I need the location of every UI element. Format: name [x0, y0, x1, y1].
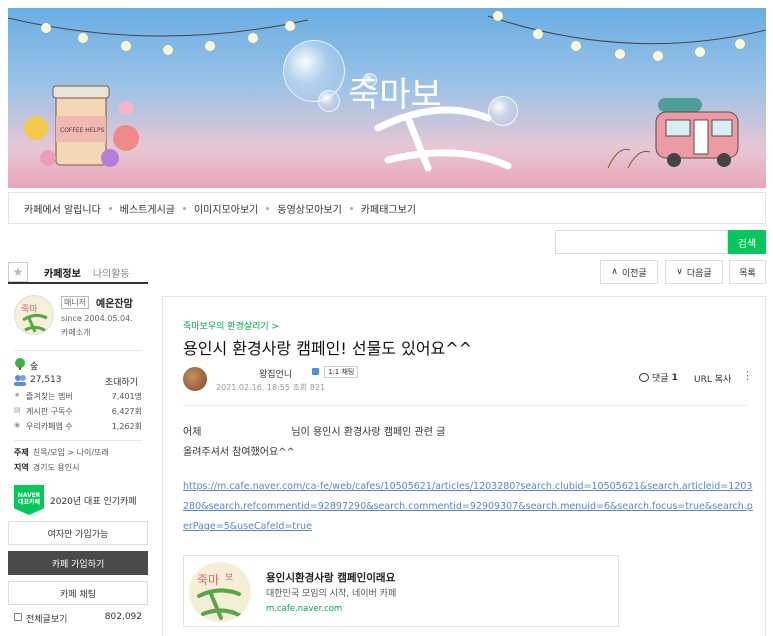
cafe-award[interactable]: NAVER 대표카페 2020년 대표 인기카페 [14, 485, 148, 515]
cafe-search-input[interactable] [555, 230, 728, 254]
divider [14, 350, 142, 351]
all-posts-count: 802,092 [104, 612, 142, 622]
link-preview-thumbnail: 죽마 보 [189, 562, 251, 622]
bubble-decoration [318, 90, 340, 112]
svg-text:COFFEE HELPS: COFFEE HELPS [60, 127, 105, 134]
member-count[interactable]: 27,513 [30, 375, 62, 385]
menu-separator [182, 206, 186, 210]
member-count-row: 27,513 초대하기 [8, 373, 148, 389]
cafe-profile: 죽마 매니저 예은잔맘 since 2004.05.04. 카페소개 [8, 292, 148, 344]
menu-separator [349, 206, 353, 210]
menu-separator [266, 206, 270, 210]
one-on-one-chat-button[interactable]: 1:1 채팅 [324, 366, 359, 378]
invite-button[interactable]: 초대하기 [105, 375, 138, 388]
next-article-button[interactable]: ∨ 다음글 [665, 260, 723, 284]
stat-value: 6,427회 [111, 407, 142, 416]
chevron-down-icon: ∨ [676, 267, 683, 277]
coffee-cup-illustration: COFFEE HELPS [24, 85, 139, 167]
menu-images[interactable]: 이미지모아보기 [194, 201, 258, 216]
stat-label: 즐겨찾는 멤버 [26, 392, 73, 401]
manager-name[interactable]: 예은잔맘 [96, 295, 133, 310]
menu-separator [108, 206, 112, 210]
tab-my-activity[interactable]: 나의활동 [93, 265, 130, 280]
stat-label: 우리카페앱 수 [26, 422, 73, 431]
favorite-star-icon[interactable]: ★ [8, 262, 28, 282]
article-body-line: 올려주셔서 참여했어요^^ [183, 447, 295, 458]
svg-text:죽마: 죽마 [21, 304, 38, 315]
author-avatar[interactable] [183, 367, 207, 391]
members-icon [14, 374, 26, 389]
cafe-topic: 주제 친목/모임 > 나이/또래 [14, 448, 109, 457]
all-posts-link[interactable]: 전체글보기 802,092 [8, 611, 148, 627]
svg-text:보: 보 [225, 572, 233, 583]
stat-value: 1,262회 [111, 422, 142, 431]
link-preview-title: 용인시환경사랑 캠페인이래요 [266, 572, 396, 584]
link-preview-url: m.cafe.naver.com [266, 604, 343, 614]
cafe-avatar[interactable]: 죽마 [14, 295, 54, 335]
cafe-region: 지역 경기도 용인시 [14, 463, 80, 472]
app-icon: ◉ [14, 421, 21, 429]
cafe-banner[interactable]: COFFEE HELPS 죽마보 [8, 8, 766, 188]
list-icon [14, 613, 22, 621]
menu-tags[interactable]: 카페태그보기 [361, 201, 416, 216]
cafe-level-row: 숲 [8, 357, 148, 373]
article-meta: 2021.02.16. 18:55 조회 821 [216, 383, 326, 392]
article-container: 죽마보우의 환경살리기 > 용인시 환경사랑 캠페인! 선물도 있어요^^ 왕집… [162, 296, 766, 636]
comment-button[interactable]: 댓글 1 [639, 371, 678, 384]
stat-row: ▤ 게시판 구독수 6,427회 [8, 404, 148, 419]
prev-article-button[interactable]: ∧ 이전글 [600, 260, 658, 284]
article-title: 용인시 환경사랑 캠페인! 선물도 있어요^^ [183, 339, 473, 358]
board-link[interactable]: 죽마보우의 환경살리기 > [183, 319, 279, 332]
url-copy-button[interactable]: URL 복사 [694, 372, 731, 385]
cafe-intro-link[interactable]: 카페소개 [61, 327, 90, 338]
search-button[interactable]: 검색 [728, 230, 766, 254]
article-link[interactable]: https://m.cafe.naver.com/ca-fe/web/cafes… [183, 477, 753, 537]
cafe-chat-button[interactable]: 카페 채팅 [8, 581, 148, 605]
cafe-sidebar: ★ 카페정보 나의활동 죽마 매니저 예은잔맘 since 2004.05.04… [8, 262, 148, 627]
tree-icon [14, 358, 26, 373]
stat-row: ★ 즐겨찾는 멤버 7,401명 [8, 389, 148, 404]
menu-videos[interactable]: 동영상모아보기 [277, 201, 341, 216]
manager-role-label: 매니저 [61, 296, 90, 309]
join-condition: 여자만 가입가능 [8, 521, 148, 545]
article-body-line: 어제 님이 용인시 환경사랑 캠페인 관련 글 [183, 427, 446, 438]
cafe-logo: 죽마보 [348, 75, 512, 172]
author-name[interactable]: 왕집언니 [259, 367, 292, 380]
list-button[interactable]: 목록 [729, 260, 766, 284]
menu-best-posts[interactable]: 베스트게시글 [120, 201, 175, 216]
comment-icon [639, 373, 649, 382]
naver-award-badge-icon: NAVER 대표카페 [14, 485, 44, 515]
star-icon: ★ [14, 391, 21, 399]
join-cafe-button[interactable]: 카페 가입하기 [8, 551, 148, 575]
board-icon: ▤ [14, 406, 21, 414]
award-text: 2020년 대표 인기카페 [50, 496, 137, 507]
cafe-since-date: since 2004.05.04. [61, 314, 133, 323]
divider [183, 405, 747, 406]
cafe-level: 숲 [30, 362, 39, 372]
cafe-top-menu: 카페에서 알립니다 베스트게시글 이미지모아보기 동영상모아보기 카페태그보기 [8, 192, 766, 224]
sidebar-tabs: ★ 카페정보 나의활동 [8, 262, 148, 284]
menu-notice[interactable]: 카페에서 알립니다 [24, 201, 101, 216]
link-preview-card[interactable]: 죽마 보 용인시환경사랑 캠페인이래요 대한민국 모임의 시작, 네이버 카페 … [183, 555, 619, 627]
stat-row: ◉ 우리카페앱 수 1,262회 [8, 419, 148, 434]
member-level-icon [312, 368, 319, 375]
tab-cafe-info[interactable]: 카페정보 [44, 265, 81, 280]
chevron-up-icon: ∧ [611, 267, 618, 277]
divider [14, 440, 142, 441]
camper-van-illustration [607, 98, 739, 169]
more-options-icon[interactable]: ⋮ [742, 369, 753, 382]
svg-text:죽마: 죽마 [197, 573, 219, 587]
stat-label: 게시판 구독수 [26, 407, 73, 416]
all-posts-label: 전체글보기 [26, 615, 68, 625]
link-preview-description: 대한민국 모임의 시작, 네이버 카페 [266, 589, 397, 599]
stat-value: 7,401명 [111, 392, 142, 401]
